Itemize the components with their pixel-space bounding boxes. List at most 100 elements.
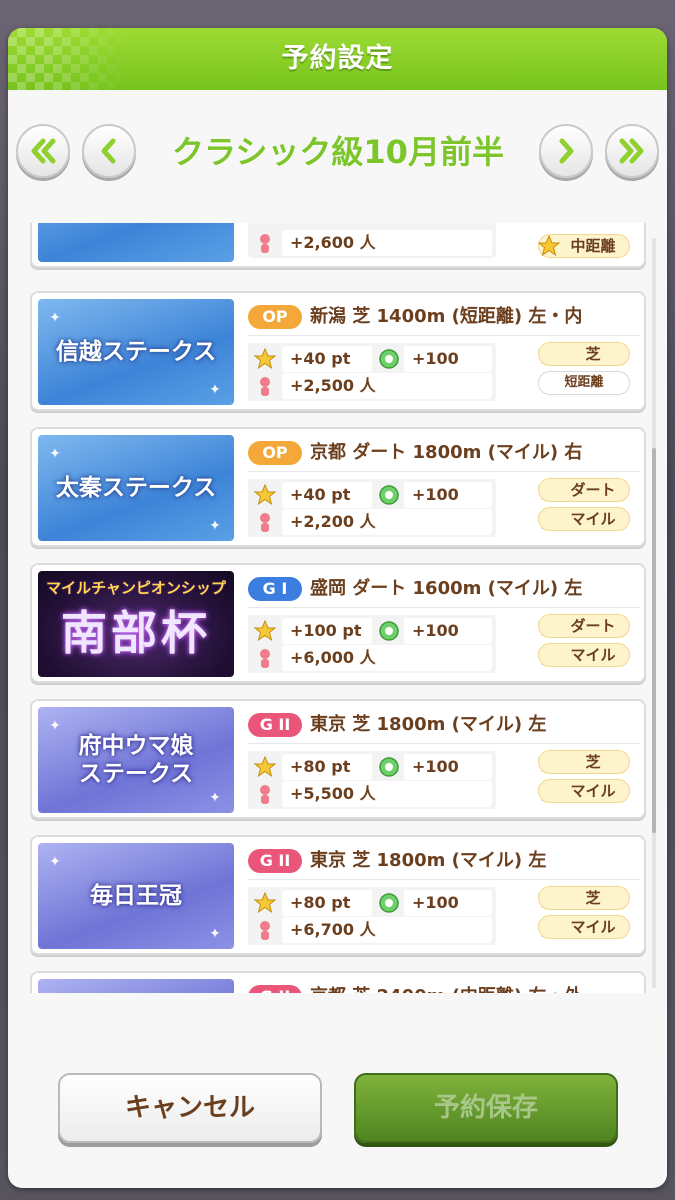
fan-person-icon (260, 649, 270, 668)
race-banner: マイルチャンピオンシップ 南部杯 (38, 571, 234, 677)
grade-badge: OP (248, 305, 302, 329)
star-face-icon (254, 348, 276, 370)
surface-tag: ダート (538, 478, 630, 502)
grade-badge: OP (248, 441, 302, 465)
stat-box: +80 pt +100 +6,700 人 (248, 887, 496, 945)
previous-period-button[interactable] (82, 124, 136, 178)
sparkle-icon: ✦ (209, 926, 221, 942)
race-card[interactable]: ✦ ✦ 府中ウマ娘ステークス G II 東京 芝 1800m (マイル) 左 +… (30, 699, 646, 819)
distance-tag: 短距離 (538, 371, 630, 395)
money-value: +100 (404, 754, 492, 780)
last-period-button[interactable] (605, 124, 659, 178)
sparkle-icon: ✦ (209, 790, 221, 806)
double-chevron-right-icon (619, 138, 644, 164)
fan-points-value: +40 pt (282, 482, 372, 508)
race-banner: ✦ ✦ 府中ウマ娘ステークス (38, 707, 234, 813)
grade-badge: G II (248, 713, 302, 737)
period-label: クラシック級10月前半 (172, 133, 504, 171)
fan-points-value: +80 pt (282, 754, 372, 780)
race-card[interactable]: ✦ ✦ 太秦ステークス OP 京都 ダート 1800m (マイル) 右 +40 … (30, 427, 646, 547)
divider (248, 879, 640, 880)
star-face-icon (254, 892, 276, 914)
next-period-button[interactable] (539, 124, 593, 178)
money-value: +100 (404, 618, 492, 644)
first-period-button[interactable] (16, 124, 70, 178)
star-face-icon (254, 620, 276, 642)
save-reservation-button[interactable]: 予約保存 (354, 1073, 618, 1143)
fans-value: +5,500 人 (282, 781, 492, 807)
fan-person-icon (260, 921, 270, 940)
grade-badge: G II (248, 849, 302, 873)
stat-box: +40 pt +100 +2,500 人 (248, 343, 496, 401)
money-value: +100 (404, 482, 492, 508)
race-card[interactable]: マイルチャンピオンシップ 南部杯 G I 盛岡 ダート 1600m (マイル) … (30, 563, 646, 683)
race-card-partial-bottom[interactable]: ✦ G II 京都 芝 2400m (中距離) 右・外 (30, 971, 646, 993)
sparkle-icon: ✦ (49, 446, 61, 462)
race-banner (38, 223, 234, 262)
distance-tag: マイル (538, 507, 630, 531)
fans-value: +6,000 人 (282, 645, 492, 671)
coin-icon (379, 893, 399, 913)
grade-badge: G II (248, 985, 302, 993)
divider (248, 335, 640, 336)
fan-person-icon (260, 513, 270, 532)
sparkle-icon: ✦ (209, 382, 221, 398)
fans-value: +2,200 人 (282, 509, 492, 535)
star-icon (538, 235, 560, 257)
double-chevron-left-icon (31, 138, 56, 164)
divider (248, 471, 640, 472)
sparkle-icon: ✦ (48, 991, 62, 993)
coin-icon (379, 485, 399, 505)
surface-tag: 芝 (538, 750, 630, 774)
coin-icon (379, 621, 399, 641)
race-banner-title: 毎日王冠 (90, 882, 182, 909)
fans-value: +2,500 人 (282, 373, 492, 399)
race-details: 新潟 芝 1400m (短距離) 左・内 (310, 306, 583, 327)
star-face-icon (254, 756, 276, 778)
race-details: 京都 芝 2400m (中距離) 右・外 (310, 984, 640, 993)
scrollbar-thumb[interactable] (652, 448, 656, 833)
sparkle-icon: ✦ (49, 718, 61, 734)
race-banner-title: 府中ウマ娘ステークス (78, 732, 194, 787)
distance-tag: マイル (538, 779, 630, 803)
fan-person-icon (260, 234, 270, 253)
race-banner: ✦ ✦ 太秦ステークス (38, 435, 234, 541)
race-card[interactable]: ✦ ✦ 信越ステークス OP 新潟 芝 1400m (短距離) 左・内 +40 … (30, 291, 646, 411)
surface-tag: ダート (538, 614, 630, 638)
fan-person-icon (260, 377, 270, 396)
race-banner-title: 南部杯 (61, 606, 211, 660)
cancel-button[interactable]: キャンセル (58, 1073, 322, 1143)
chevron-right-icon (559, 138, 574, 164)
dialog-header: 予約設定 (8, 28, 667, 90)
race-card[interactable]: ✦ ✦ 毎日王冠 G II 東京 芝 1800m (マイル) 左 +80 pt … (30, 835, 646, 955)
fan-person-icon (260, 785, 270, 804)
stat-box: +80 pt +100 +5,500 人 (248, 751, 496, 809)
fans-value: +2,600 人 (282, 230, 492, 256)
sparkle-icon: ✦ (49, 854, 61, 870)
coin-icon (379, 349, 399, 369)
race-details: 東京 芝 1800m (マイル) 左 (310, 714, 547, 735)
coin-icon (379, 757, 399, 777)
fan-points-value: +80 pt (282, 890, 372, 916)
stat-box: +100 pt +100 +6,000 人 (248, 615, 496, 673)
race-card-partial-top[interactable]: +2,600 人 中距離 (30, 223, 646, 268)
stat-box: +2,600 人 (248, 223, 496, 258)
grade-badge: G I (248, 577, 302, 601)
stat-box: +40 pt +100 +2,200 人 (248, 479, 496, 537)
race-details: 盛岡 ダート 1600m (マイル) 左 (310, 578, 583, 599)
fans-value: +6,700 人 (282, 917, 492, 943)
reservation-dialog: 予約設定 クラシック級10月前半 +2,600 人 中距離 ✦ ✦ 信越ステーク… (8, 28, 667, 1188)
surface-tag: 芝 (538, 342, 630, 366)
divider (248, 743, 640, 744)
sparkle-icon: ✦ (49, 310, 61, 326)
divider (248, 607, 640, 608)
race-banner: ✦ (38, 979, 234, 993)
star-face-icon (254, 484, 276, 506)
race-list[interactable]: +2,600 人 中距離 ✦ ✦ 信越ステークス OP 新潟 芝 1400m (… (18, 223, 658, 993)
dialog-title: 予約設定 (281, 43, 394, 74)
fan-points-value: +40 pt (282, 346, 372, 372)
distance-tag: マイル (538, 915, 630, 939)
race-banner: ✦ ✦ 毎日王冠 (38, 843, 234, 949)
chevron-left-icon (101, 138, 116, 164)
race-banner-title: 信越ステークス (55, 338, 217, 365)
